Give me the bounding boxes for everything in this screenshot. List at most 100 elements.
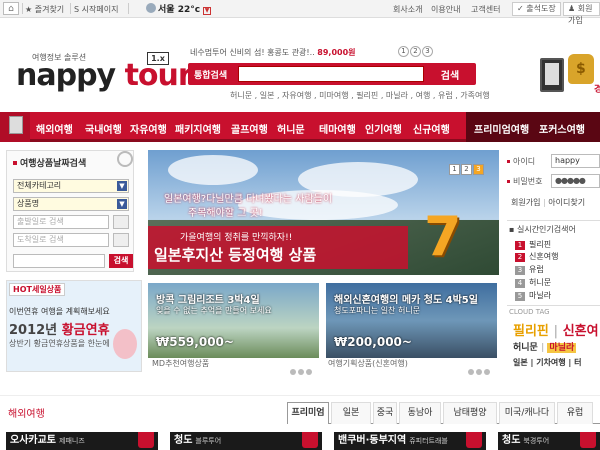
tab-usa-canada[interactable]: 미국/캐나다: [499, 402, 555, 424]
logo-version: 1.x: [147, 52, 169, 65]
card-pager[interactable]: [288, 360, 312, 379]
tag-manila[interactable]: 마닐라: [547, 343, 577, 353]
chevron-down-icon: ▼: [117, 181, 127, 191]
member-button[interactable]: ♟ 회원가입: [563, 2, 600, 25]
tab-south-pacific[interactable]: 남태평양: [443, 402, 497, 424]
card-price: ₩200,000~: [334, 335, 412, 349]
calendar-icon[interactable]: [113, 233, 129, 247]
card-headline: 해외신혼여행의 메카 청도 4박5일: [334, 295, 478, 306]
ranking-item[interactable]: 5 마닐라: [515, 290, 551, 301]
nav-item-golf[interactable]: 골프여행: [231, 121, 268, 136]
badge-icon: [580, 432, 596, 448]
date-search-button[interactable]: 검색: [109, 254, 133, 268]
nav-item-popular[interactable]: 인기여행: [365, 121, 402, 136]
attendance-button[interactable]: ✓ 출석도장: [512, 2, 561, 16]
cloud-tag-label: CLOUD TAG: [509, 308, 550, 316]
ranking-item[interactable]: 2 신혼여행: [515, 251, 558, 262]
tag-honeymoon[interactable]: 허니문: [513, 343, 538, 353]
nav-item-focus[interactable]: 포커스여행: [539, 121, 585, 136]
nav-item-theme[interactable]: 테마여행: [319, 121, 356, 136]
tag-newlywed[interactable]: 신혼여: [563, 324, 599, 339]
support-link[interactable]: 고객센터: [471, 4, 500, 15]
banner-page-2[interactable]: 2: [461, 164, 472, 175]
main-navigation: 해외여행 국내여행 자유여행 패키지여행 골프여행 허니문 테마여행 인기여행 …: [0, 112, 600, 142]
ticker-page-2[interactable]: 2: [410, 46, 421, 57]
nav-item-domestic[interactable]: 국내여행: [85, 121, 122, 136]
card-pager[interactable]: [466, 360, 490, 379]
banner-number: 7: [424, 205, 462, 268]
product-card[interactable]: 밴쿠버·동부지역 쥬피터트래블: [334, 432, 486, 450]
nav-item-package[interactable]: 패키지여행: [175, 121, 221, 136]
notice-ticker[interactable]: 네수멈투어 신비의 섬! 홍콩도 관광!.. 89,000원 123: [190, 46, 433, 58]
favorites-link[interactable]: ★ 즐겨찾기: [25, 4, 64, 15]
popular-keywords[interactable]: 허니문 , 일본 , 자유여행 , 미마여행 , 필리핀 , 마닐라 , 여행 …: [230, 90, 490, 101]
nav-item-honeymoon[interactable]: 허니문: [277, 121, 305, 136]
banner-pager: 123: [448, 156, 484, 175]
product-card[interactable]: 청도 블루투어: [170, 432, 322, 450]
card-price: ₩559,000~: [156, 335, 234, 349]
nav-prev-button[interactable]: [0, 112, 30, 142]
tab-japan[interactable]: 일본: [331, 402, 371, 424]
banner-line2: 주목해야할 그 곳!: [188, 208, 263, 219]
logo-word-a: nappy: [16, 58, 116, 93]
arrive-date-field[interactable]: 도착일로 검색: [13, 233, 109, 247]
search-button[interactable]: 검색: [426, 64, 474, 84]
ranking-item[interactable]: 4 허니문: [515, 277, 551, 288]
main-promo-banner[interactable]: 일본여행?다닐만큼 다녀봤다는 사람들이 주목해야할 그 곳! 가을여행의 정취…: [148, 150, 499, 275]
pw-label: 비밀번호: [507, 176, 542, 187]
start-page-link[interactable]: S 시작페이지: [74, 4, 118, 15]
top-utility-bar: ⌂ ★ 즐겨찾기 S 시작페이지 서울 22°c ▼ 회사소개 이용안내 고객센터…: [0, 0, 600, 25]
product-select[interactable]: 상품명 ▼: [13, 197, 129, 211]
search-icon: [117, 151, 133, 167]
id-field[interactable]: happy: [551, 154, 600, 168]
keyword-field[interactable]: [13, 254, 105, 268]
product-card[interactable]: 오사카교토 제패니즈: [6, 432, 158, 450]
depart-date-field[interactable]: 출발일로 검색: [13, 215, 109, 229]
chevron-down-icon: ▼: [117, 199, 127, 209]
ranking-title: ▪ 실시간인기검색어: [509, 225, 576, 234]
nav-item-new[interactable]: 신규여행: [413, 121, 450, 136]
card-subtitle: 청도포파니는 일찬 허니문: [334, 306, 421, 315]
hot-sale-line3: 상반기 황금연휴상품을 한눈에: [9, 339, 110, 348]
tab-premium[interactable]: 프리미엄: [287, 402, 329, 424]
right-ad-banner[interactable]: 경: [540, 50, 600, 100]
planned-product-card[interactable]: 해외신혼여행의 메카 청도 4박5일 청도포파니는 일찬 허니문 ₩200,00…: [326, 283, 497, 358]
balloon-icon: [113, 329, 137, 359]
weather-widget[interactable]: 서울 22°c ▼: [146, 2, 212, 15]
company-link[interactable]: 회사소개: [393, 4, 422, 15]
date-search-panel: 여행상품날짜검색 전체카테고리 ▼ 상품명 ▼ 출발일로 검색 도착일로 검색 검색: [6, 150, 134, 272]
ticker-page-3[interactable]: 3: [422, 46, 433, 57]
md-pick-card[interactable]: 방콕 그림리조트 3박4일 잊을 수 없는 추억을 만들어 보세요 ₩559,0…: [148, 283, 319, 358]
category-select[interactable]: 전체카테고리 ▼: [13, 179, 129, 193]
product-card[interactable]: 청도 북경투어: [498, 432, 600, 450]
realtime-ranking: ▪ 실시간인기검색어 1 필리핀 2 신혼여행 3 유럽 4 허니문 5 마닐라: [507, 220, 600, 301]
nav-item-overseas[interactable]: 해외여행: [36, 121, 73, 136]
tag-line3[interactable]: 일본 | 기차여행 | 터: [513, 357, 582, 368]
ranking-item[interactable]: 1 필리핀: [515, 239, 551, 250]
tab-southeast-asia[interactable]: 동남아: [399, 402, 441, 424]
password-field[interactable]: ●●●●●: [551, 174, 600, 188]
nav-item-free[interactable]: 자유여행: [130, 121, 167, 136]
banner-page-1[interactable]: 1: [449, 164, 460, 175]
hot-sale-banner[interactable]: HOT세일상품 이번연휴 여행을 계획해보세요 2012년 황금연휴 상반기 황…: [6, 280, 142, 372]
hot-sale-tab: HOT세일상품: [9, 283, 66, 296]
find-id-link[interactable]: 아이디찾기: [548, 198, 585, 207]
guide-link[interactable]: 이용안내: [431, 4, 460, 15]
ranking-item[interactable]: 3 유럽: [515, 264, 544, 275]
badge-icon: [466, 432, 482, 448]
chevron-down-icon[interactable]: ▼: [203, 7, 212, 15]
card-headline: 방콕 그림리조트 3박4일: [156, 295, 260, 306]
badge-icon: [302, 432, 318, 448]
banner-page-3[interactable]: 3: [473, 164, 484, 175]
calendar-icon[interactable]: [113, 215, 129, 229]
home-icon[interactable]: ⌂: [3, 2, 19, 15]
join-link[interactable]: 회원가입: [511, 198, 540, 207]
badge-icon: [138, 432, 154, 448]
tag-philippines[interactable]: 필리핀: [513, 324, 549, 339]
tab-china[interactable]: 중국: [373, 402, 397, 424]
tab-europe[interactable]: 유럽: [557, 402, 593, 424]
nav-item-premium[interactable]: 프리미엄여행: [474, 121, 529, 136]
ticker-page-1[interactable]: 1: [398, 46, 409, 57]
search-input[interactable]: [238, 66, 424, 82]
card-caption: MD추천여행상품: [152, 359, 210, 368]
